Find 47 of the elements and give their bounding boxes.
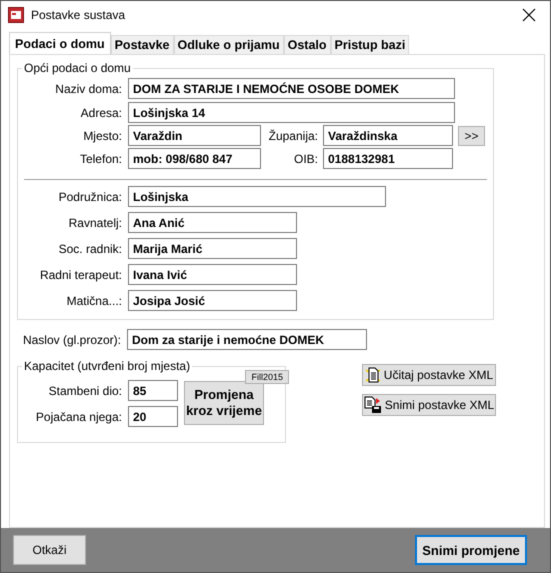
window-title: Postavke sustava (31, 8, 126, 22)
input-field[interactable]: mob: 098/680 847 (128, 148, 261, 169)
input-field[interactable]: 20 (128, 406, 178, 427)
field-label: OIB: (292, 152, 319, 166)
input-field[interactable]: Ivana Ivić (128, 264, 297, 285)
input-field[interactable]: Josipa Josić (128, 290, 297, 311)
input-field[interactable]: Varaždinska (323, 125, 453, 146)
group-title: Kapacitet (utvrđeni broj mjesta) (23, 359, 192, 373)
input-field[interactable]: Lošinjska (128, 186, 386, 207)
field-label: Stambeni dio: (48, 384, 123, 398)
close-icon[interactable] (522, 8, 536, 22)
field-label: Radni terapeut: (38, 268, 123, 282)
save-changes-button[interactable]: Snimi promjene (415, 535, 527, 565)
tab[interactable]: Ostalo (284, 35, 331, 54)
lookup-button[interactable]: >> (458, 126, 485, 146)
tab[interactable]: Postavke (110, 35, 174, 54)
field-label: Naslov (gl.prozor): (22, 332, 122, 346)
tab[interactable]: Odluke o prijamu (174, 35, 284, 54)
input-field[interactable]: Varaždin (128, 125, 261, 146)
input-field[interactable]: Dom za starije i nemoćne DOMEK (127, 329, 367, 350)
change-over-time-button[interactable]: Promjena kroz vrijeme (184, 381, 264, 425)
field-label: Matična...: (66, 294, 123, 308)
input-field[interactable]: 85 (128, 380, 178, 401)
field-label: Ravnatelj: (68, 216, 123, 230)
field-label: Telefon: (78, 152, 123, 166)
input-field[interactable]: Lošinjska 14 (128, 102, 455, 123)
input-field[interactable]: DOM ZA STARIJE I NEMOĆNE OSOBE DOMEK (128, 78, 455, 99)
load-xml-button[interactable]: Učitaj postavke XML (362, 364, 496, 386)
cancel-button[interactable]: Otkaži (13, 535, 86, 565)
tab[interactable]: Podaci o domu (9, 32, 111, 54)
field-label: Adresa: (80, 106, 123, 120)
field-label: Pojačana njega: (34, 410, 123, 424)
field-label: Naziv doma: (54, 82, 123, 96)
app-icon (8, 7, 24, 23)
tab[interactable]: Pristup bazi (330, 35, 410, 54)
input-field[interactable]: Ana Anić (128, 212, 297, 233)
save-document-icon (364, 396, 382, 414)
field-label: Mjesto: (82, 128, 123, 142)
input-field[interactable]: 0188132981 (323, 148, 453, 169)
document-icon (364, 367, 381, 383)
input-field[interactable]: Marija Marić (128, 238, 297, 259)
field-label: Soc. radnik: (58, 242, 123, 256)
save-xml-button[interactable]: Snimi postavke XML (362, 394, 496, 416)
field-label: Županija: (268, 128, 319, 142)
field-label: Podružnica: (58, 190, 123, 204)
fill-button[interactable]: Fill2015 (245, 370, 289, 384)
group-title: Opći podaci o domu (23, 61, 132, 75)
